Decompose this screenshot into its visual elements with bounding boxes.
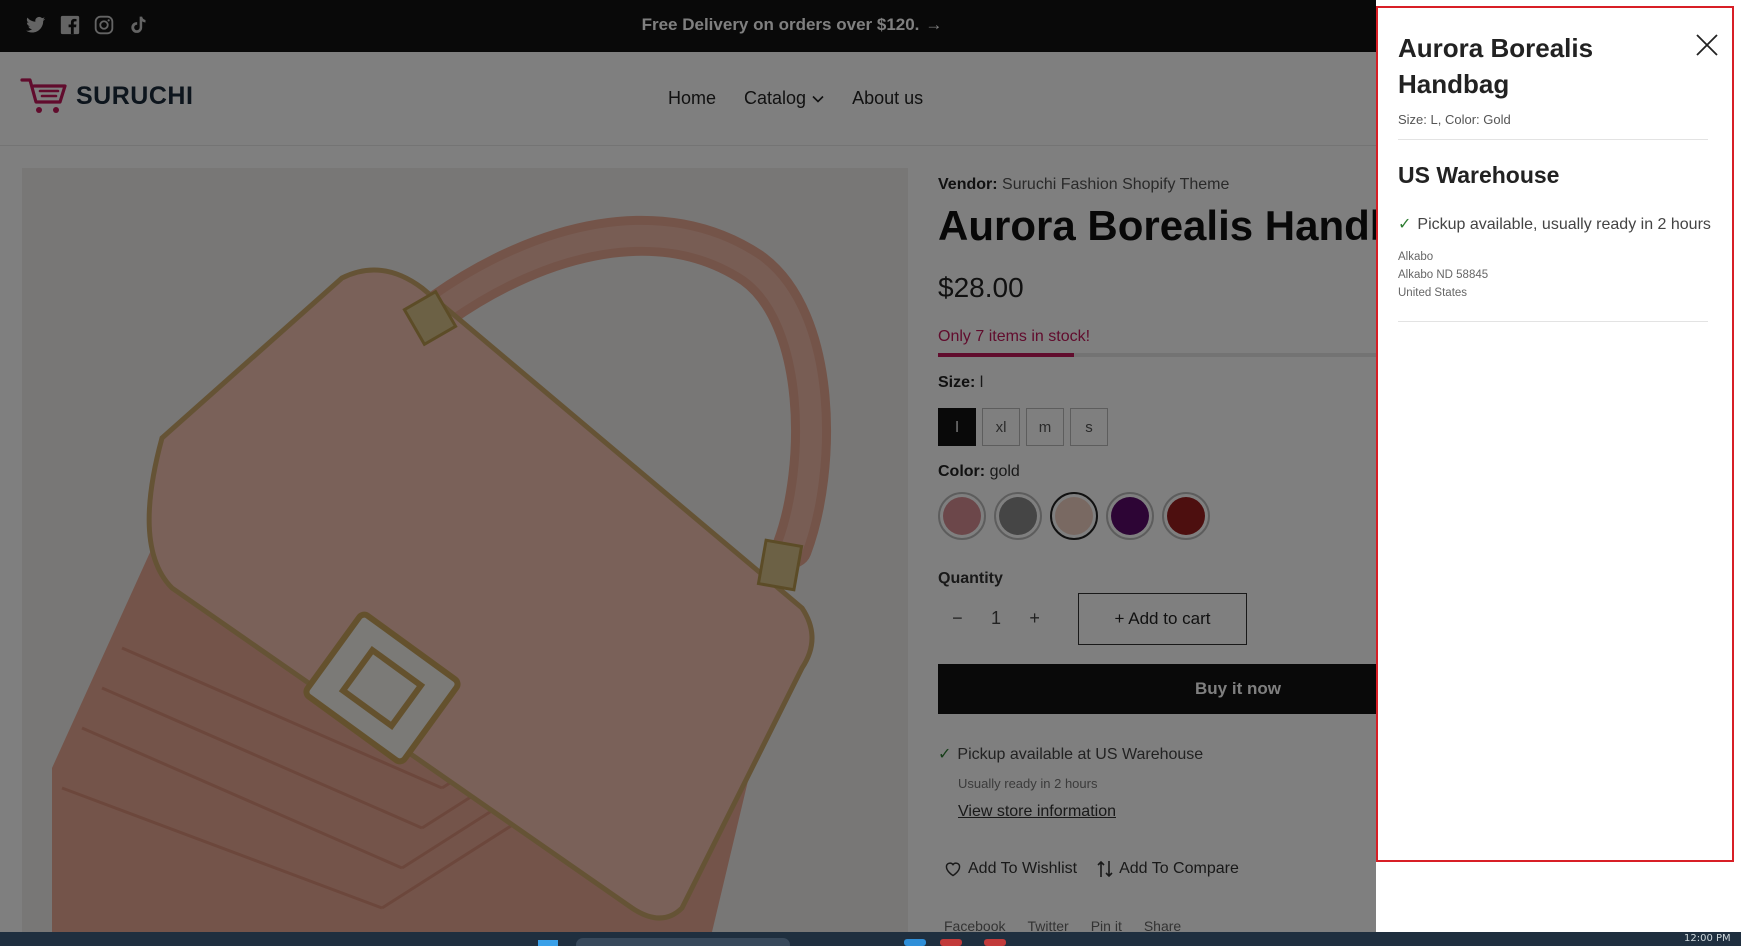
drawer-availability: ✓ Pickup available, usually ready in 2 ho… [1398,214,1711,234]
taskbar-clock: 12:00 PM [1684,933,1731,944]
os-taskbar: 12:00 PM [0,932,1741,946]
drawer-highlight-frame [1376,6,1734,862]
address-line-3: United States [1398,287,1468,299]
windows-start-icon[interactable] [538,940,558,946]
drawer-variant: Size: L, Color: Gold [1398,112,1511,127]
drawer-availability-text: Pickup available, usually ready in 2 hou… [1417,216,1711,233]
app-icon[interactable] [940,939,962,946]
drawer-address: Alkabo Alkabo ND 58845 United States [1398,248,1488,302]
modal-overlay[interactable] [0,0,1376,932]
app-icon[interactable] [904,939,926,946]
drawer-divider [1398,321,1708,322]
check-icon: ✓ [1398,216,1412,233]
address-line-2: Alkabo ND 58845 [1398,269,1489,281]
drawer-product-title: Aurora Borealis Handbag [1398,33,1594,99]
drawer-divider [1398,139,1708,140]
app-icon[interactable] [984,939,1006,946]
address-line-1: Alkabo [1398,251,1434,263]
close-icon[interactable] [1694,32,1720,58]
taskbar-search[interactable] [576,938,790,946]
drawer-warehouse-name: US Warehouse [1398,162,1560,188]
